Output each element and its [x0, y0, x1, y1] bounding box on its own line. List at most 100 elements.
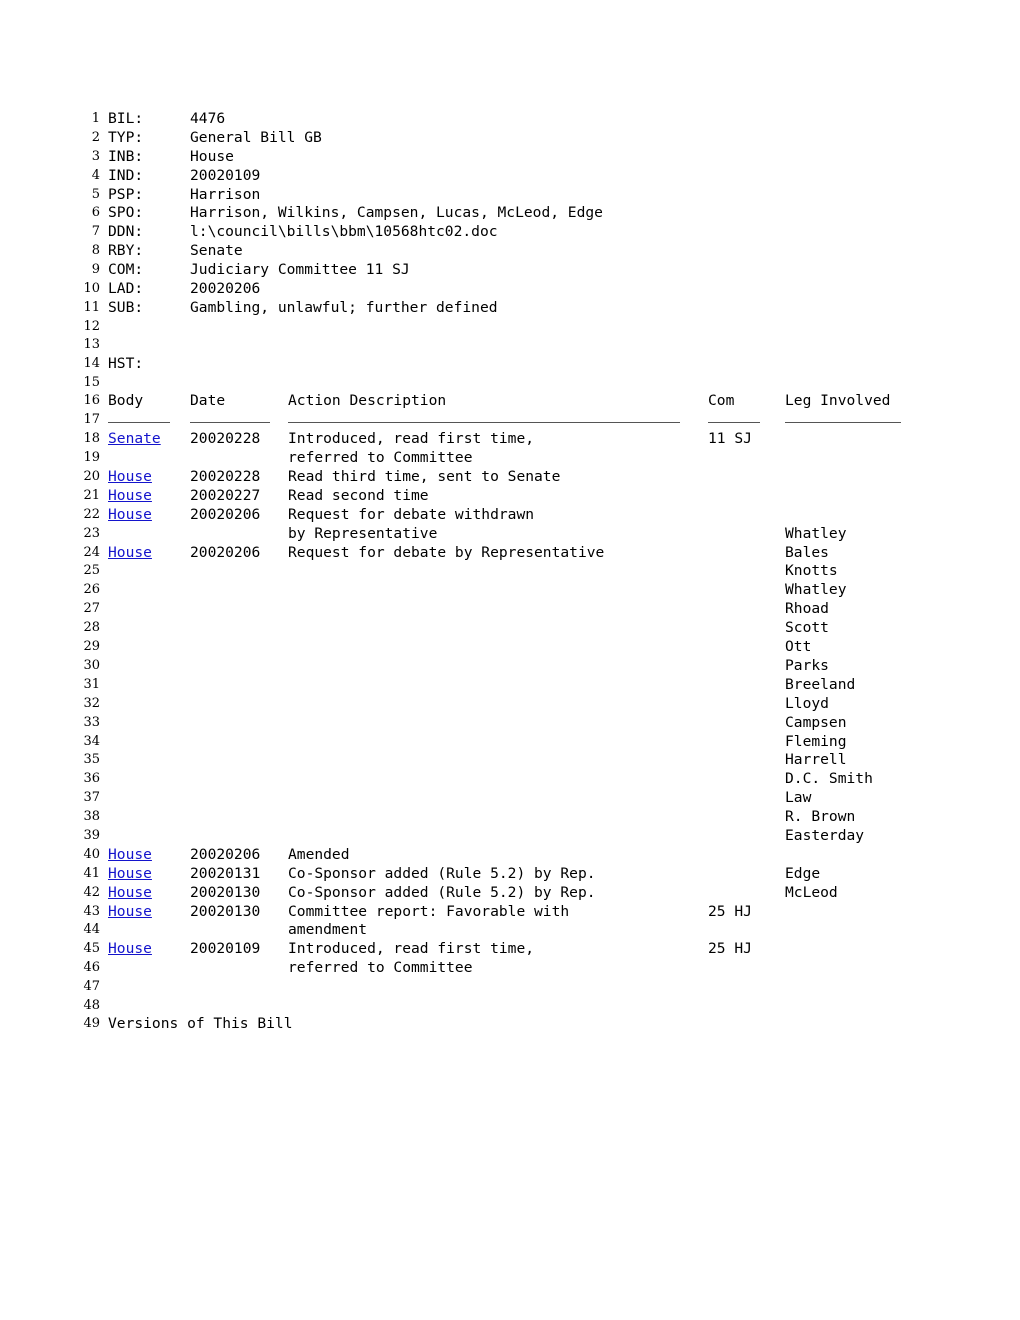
line-number: 18: [83, 431, 100, 447]
history-body-link[interactable]: Senate: [108, 430, 161, 449]
line-content: Easterday: [108, 827, 978, 846]
history-legislator: Harrell: [785, 751, 847, 769]
history-body-link[interactable]: House: [108, 487, 152, 506]
text-line: 16 Body Date Action Description Com Leg Invol…: [78, 392, 978, 411]
text-line: 29 Ott: [78, 638, 978, 657]
column-rule: [190, 422, 270, 424]
text-line: 34 Fleming: [78, 733, 978, 752]
field-value-lad: 20020206: [190, 280, 261, 298]
text-line: 7 DDN: l:\council\bills\bbm\10568htc02.doc: [78, 223, 978, 242]
text-line: 42 House 20020130 Co-Sponsor added (Rule 5.…: [78, 884, 978, 903]
history-body-link[interactable]: House: [108, 903, 152, 922]
text-line: 47: [78, 978, 978, 997]
history-body-link[interactable]: House: [108, 940, 152, 959]
line-number: 6: [91, 205, 100, 221]
text-line: 14 HST:: [78, 355, 978, 374]
history-date: 20020130: [190, 902, 261, 920]
line-number: 39: [83, 827, 100, 843]
line-content: referred to Committee: [108, 959, 978, 978]
line-content: Rhoad: [108, 600, 978, 619]
line-content: Fleming: [108, 733, 978, 752]
history-legislator: R. Brown: [785, 808, 856, 826]
line-content: Whatley: [108, 581, 978, 600]
line-content: Senate 20020228 Introduced, read first tim…: [108, 430, 978, 449]
line-number: 43: [83, 903, 100, 919]
line-number: 16: [83, 393, 100, 409]
line-number: 24: [83, 544, 100, 560]
column-rule: [785, 422, 901, 424]
line-number: 41: [83, 865, 100, 881]
history-body-link[interactable]: House: [108, 544, 152, 563]
line-number: 38: [83, 809, 100, 825]
history-action: Co-Sponsor added (Rule 5.2) by Rep.: [288, 864, 596, 882]
text-line: 33 Campsen: [78, 714, 978, 733]
line-number: 17: [83, 412, 100, 428]
line-number: 8: [91, 243, 100, 259]
text-line: 6 SPO: Harrison, Wilkins, Campsen, Lucas, …: [78, 204, 978, 223]
text-line: 21 House 20020227 Read second time: [78, 487, 978, 506]
line-number: 12: [83, 318, 100, 334]
field-label-com: COM:: [108, 261, 144, 279]
history-body-link[interactable]: House: [108, 865, 152, 884]
history-body-link[interactable]: House: [108, 846, 152, 865]
history-date: 20020227: [190, 486, 261, 504]
field-value-sub: Gambling, unlawful; further defined: [190, 298, 498, 316]
text-line: 49 Versions of This Bill: [78, 1015, 978, 1034]
field-value-inb: House: [190, 147, 234, 165]
history-action: referred to Committee: [288, 959, 473, 977]
line-number: 7: [91, 224, 100, 240]
text-line: 13: [78, 336, 978, 355]
column-header-leg: Leg Involved: [785, 392, 891, 410]
history-action: Read third time, sent to Senate: [288, 468, 561, 486]
history-legislator: Breeland: [785, 675, 856, 693]
history-body-link[interactable]: House: [108, 884, 152, 903]
text-line: 19 referred to Committee: [78, 449, 978, 468]
line-content: R. Brown: [108, 808, 978, 827]
line-content: amendment: [108, 921, 978, 940]
history-date: 20020206: [190, 543, 261, 561]
history-action: Co-Sponsor added (Rule 5.2) by Rep.: [288, 883, 596, 901]
field-value-psp: Harrison: [190, 185, 261, 203]
line-content: Scott: [108, 619, 978, 638]
field-label-spo: SPO:: [108, 204, 144, 222]
line-content: [108, 336, 978, 355]
text-line: 46 referred to Committee: [78, 959, 978, 978]
column-header-com: Com: [708, 392, 735, 410]
line-number: 28: [83, 620, 100, 636]
text-line: 43 House 20020130 Committee report: Favorab…: [78, 903, 978, 922]
line-content: D.C. Smith: [108, 770, 978, 789]
line-content: House 20020109 Introduced, read first time…: [108, 940, 978, 959]
history-com: 11 SJ: [708, 430, 752, 448]
column-header-body: Body: [108, 392, 144, 410]
line-content: House 20020130 Co-Sponsor added (Rule 5.2)…: [108, 884, 978, 903]
text-line: 15: [78, 374, 978, 393]
history-legislator: Law: [785, 789, 812, 807]
line-content: Versions of This Bill: [108, 1015, 978, 1034]
line-content: by Representative Whatley: [108, 525, 978, 544]
line-content: PSP: Harrison: [108, 186, 978, 205]
text-line: 12: [78, 318, 978, 337]
history-legislator: Fleming: [785, 732, 847, 750]
text-line: 1 BIL: 4476: [78, 110, 978, 129]
text-line: 37 Law: [78, 789, 978, 808]
line-content: [108, 411, 978, 430]
history-body-link[interactable]: House: [108, 506, 152, 525]
line-number: 13: [83, 337, 100, 353]
field-label-inb: INB:: [108, 147, 144, 165]
line-number: 45: [83, 941, 100, 957]
line-number: 26: [83, 582, 100, 598]
line-number: 34: [83, 733, 100, 749]
line-number: 37: [83, 790, 100, 806]
field-label-ddn: DDN:: [108, 223, 144, 241]
line-number: 33: [83, 714, 100, 730]
text-line: 39 Easterday: [78, 827, 978, 846]
line-number: 11: [83, 299, 100, 315]
history-date: 20020131: [190, 864, 261, 882]
history-body-link[interactable]: House: [108, 468, 152, 487]
text-line: 30 Parks: [78, 657, 978, 676]
line-number: 20: [83, 469, 100, 485]
column-rule: [708, 422, 760, 424]
line-content: referred to Committee: [108, 449, 978, 468]
line-number: 49: [83, 1016, 100, 1032]
line-number: 25: [83, 563, 100, 579]
